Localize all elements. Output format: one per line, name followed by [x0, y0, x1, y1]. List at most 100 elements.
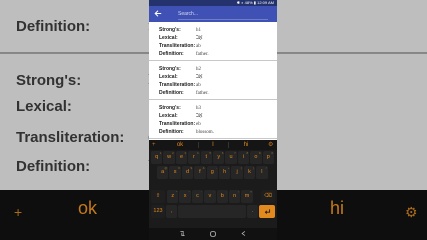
key-s[interactable]: s #: [169, 166, 181, 179]
key-hint: 6: [221, 151, 224, 155]
key-letter: h: [223, 169, 227, 175]
key-v[interactable]: v:: [204, 190, 216, 203]
key-hint: ;: [226, 190, 227, 194]
key-g[interactable]: g-: [206, 166, 218, 179]
suggestion-hi[interactable]: hi: [229, 140, 263, 150]
enter-key[interactable]: [259, 205, 275, 218]
key-u[interactable]: u7: [225, 151, 237, 164]
key-letter: x: [183, 193, 187, 199]
key-letter: v: [208, 193, 212, 199]
key-letter: c: [196, 193, 199, 199]
key-hint: $: [190, 166, 193, 170]
result-item[interactable]: Strong's: h3 Lexical: אֵב Transliteratio…: [149, 100, 277, 139]
definition-row: Definition: father.: [159, 50, 273, 59]
key-hint: -: [215, 166, 217, 170]
key-o[interactable]: o9: [250, 151, 262, 164]
key-letter: u: [229, 154, 233, 160]
enter-arrow-icon: [264, 209, 270, 214]
key-q[interactable]: q1: [151, 151, 163, 164]
key-hint: *: [176, 190, 178, 194]
navigation-bar: [149, 228, 277, 240]
key-hint: ?: [250, 190, 252, 194]
key-d[interactable]: d $: [181, 166, 194, 179]
key-k[interactable]: k): [243, 166, 256, 179]
key-a[interactable]: a @: [157, 166, 169, 179]
key-letter: l: [261, 169, 263, 175]
key-p[interactable]: p0: [262, 151, 274, 164]
app-bar: Search...: [149, 6, 277, 22]
key-e[interactable]: e3: [175, 151, 188, 164]
key-n[interactable]: n!: [229, 190, 241, 203]
key-hint: &: [202, 166, 205, 170]
key-hint: @: [164, 166, 168, 170]
definition-row: Definition: father.: [159, 89, 273, 98]
key-letter: t: [205, 154, 208, 160]
back-icon[interactable]: [240, 230, 247, 237]
key-z[interactable]: z *: [167, 190, 179, 203]
key-letter: r: [192, 154, 195, 160]
gear-icon[interactable]: ⚙: [268, 140, 273, 150]
key-letter: p: [266, 154, 270, 160]
key-l[interactable]: l /: [256, 166, 268, 179]
key-m[interactable]: m?: [241, 190, 253, 203]
search-input[interactable]: Search...: [178, 11, 268, 20]
key-hint: !: [238, 190, 240, 194]
shift-key[interactable]: ⇧: [151, 190, 165, 203]
key-letter: y: [217, 154, 221, 160]
home-icon[interactable]: [209, 230, 217, 238]
definition-value: father.: [196, 91, 209, 96]
key-letter: s: [173, 169, 177, 175]
suggestion-bar: + ok I hi ⚙: [149, 140, 277, 150]
key-hint: 9: [258, 151, 261, 155]
backspace-key[interactable]: ⌫: [261, 190, 275, 203]
definition-label: Definition:: [159, 51, 184, 57]
key-letter: m: [244, 193, 250, 199]
key-h[interactable]: h +: [219, 166, 231, 179]
keyboard: + ok I hi ⚙ q1w2e3r4t5y6u7i8o9p0 a @ s # d $ f…: [149, 140, 277, 228]
period-key[interactable]: .: [247, 205, 258, 218]
key-hint: 7: [234, 151, 236, 155]
key-c[interactable]: c ': [191, 190, 204, 203]
suggestion-ok[interactable]: ok: [163, 140, 197, 150]
definition-value: blossom.: [196, 130, 214, 135]
key-x[interactable]: x ": [179, 190, 191, 203]
key-b[interactable]: b;: [216, 190, 228, 203]
space-key[interactable]: [178, 205, 246, 218]
key-hint: 5: [209, 151, 211, 155]
key-r[interactable]: r4: [188, 151, 200, 164]
key-letter: k: [248, 169, 251, 175]
key-letter: i: [242, 154, 245, 160]
key-hint: 8: [246, 151, 249, 155]
key-t[interactable]: t5: [200, 151, 212, 164]
key-letter: q: [155, 154, 159, 160]
key-letter: w: [167, 154, 172, 160]
key-hint: 4: [196, 151, 199, 155]
recent-apps-icon[interactable]: [179, 230, 186, 237]
suggestion-i[interactable]: I: [199, 140, 227, 150]
key-letter: b: [220, 193, 224, 199]
key-y[interactable]: y6: [213, 151, 225, 164]
add-icon[interactable]: +: [152, 140, 156, 150]
comma-key[interactable]: ,: [166, 205, 177, 218]
key-hint: /: [265, 166, 267, 170]
definition-label: Definition:: [159, 90, 184, 96]
phone-screen: ✱ ◗ 48% ▮ 12:09 AM Search... Strong's: h…: [149, 0, 277, 240]
key-hint: 3: [184, 151, 187, 155]
back-arrow-icon[interactable]: [154, 9, 162, 18]
key-letter: g: [210, 169, 214, 175]
key-j[interactable]: j(: [231, 166, 243, 179]
result-item[interactable]: Strong's: h1 Lexical: אָב Transliteratio…: [149, 22, 277, 61]
key-f[interactable]: f &: [194, 166, 206, 179]
key-i[interactable]: i8: [237, 151, 250, 164]
symbols-key[interactable]: 123: [151, 205, 165, 218]
results-list: Strong's: h1 Lexical: אָב Transliteratio…: [149, 22, 277, 139]
key-hint: :: [213, 190, 215, 194]
key-letter: n: [233, 193, 237, 199]
key-w[interactable]: w2: [163, 151, 175, 164]
key-hint: ': [201, 190, 203, 194]
result-item[interactable]: Strong's: h2 Lexical: אַב Transliteratio…: [149, 61, 277, 100]
definition-label: Definition:: [159, 129, 184, 135]
key-hint: 1: [159, 151, 162, 155]
key-hint: ): [253, 166, 255, 170]
definition-value: father.: [196, 52, 209, 57]
